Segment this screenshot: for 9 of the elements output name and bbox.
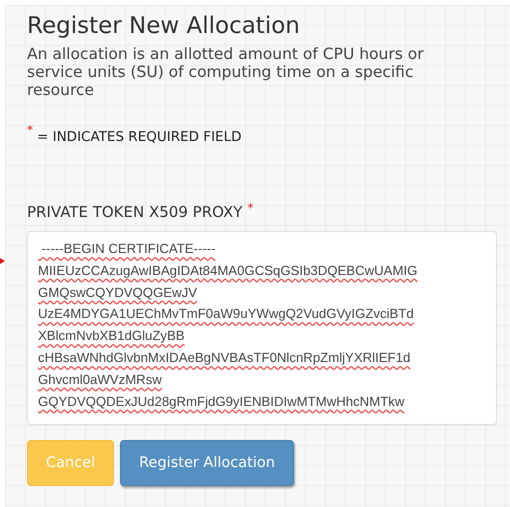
register-button[interactable]: Register Allocation [120,440,294,486]
description: An allocation is an allotted amount of CPU hours or service units (SU) of computing time on a specific resource [27,45,425,99]
required-marker: * [247,203,254,213]
field-label: PRIVATE TOKEN X509 PROXY [27,203,242,221]
required-note: = INDICATES REQUIRED FIELD [37,129,242,145]
certificate-field[interactable]: -----BEGIN CERTIFICATE----- MIIEUzCCAzugAwIBAgIDAt84MA0GCSqGSIb3DQEBCwUAMIG GMQswCQYDVQQGEwJV UzE4MDYGA1UEChMvTmF0aW9uYWwgQ2VudGVyIGZvciBTd XBlcmNvbXB1dGluZyBB cHBsaWNhdGlvbnMxIDAeBgNVBAsTF0NlcnRpZmljYXRlIEF1d Ghvcml0aWVzMRsw GQYDVQQDExJUd28gRmFjdG9yIENBIDIwMTMwHhcNMTkw [27,231,497,425]
required-marker: * [27,125,33,135]
page-title: Register New Allocation [27,13,300,39]
arrow-icon [0,258,5,264]
